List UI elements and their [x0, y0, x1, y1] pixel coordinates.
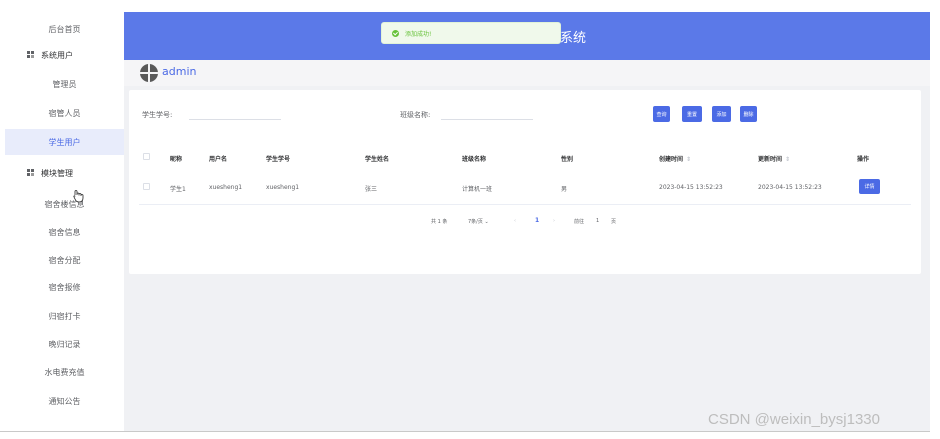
- sidebar-item-dorm-buildings[interactable]: 宿舍楼信息: [5, 191, 124, 217]
- sidebar-item-checkin[interactable]: 归宿打卡: [5, 303, 124, 329]
- sidebar-item-late-records[interactable]: 晚归记录: [5, 331, 124, 357]
- sidebar-item-label: 晚归记录: [48, 339, 81, 349]
- page-number-current[interactable]: 1: [535, 217, 539, 224]
- chevron-down-icon: ⌄: [484, 219, 489, 225]
- sidebar-item-label: 后台首页: [48, 24, 81, 34]
- page-suffix-label: 页: [611, 219, 617, 225]
- username[interactable]: admin: [162, 65, 196, 78]
- col-action: 操作: [857, 156, 870, 163]
- sidebar-group-modules[interactable]: 模块管理: [5, 160, 124, 186]
- sidebar-item-label: 管理员: [52, 79, 77, 89]
- sidebar-item-dorm-managers[interactable]: 宿管人员: [5, 100, 124, 126]
- col-created[interactable]: 创建时间 ⇕: [659, 154, 691, 163]
- sidebar-item-notices[interactable]: 通知公告: [5, 388, 124, 414]
- student-list-card: 学生学号: 班级名称: 查询 重置 添加 删除 昵称 用户名 学生学号 学生姓名…: [129, 90, 921, 274]
- app-title: 系统: [560, 31, 587, 46]
- user-bar: admin: [124, 60, 930, 86]
- sidebar-item-student-users[interactable]: 学生用户: [5, 129, 124, 155]
- col-gender: 性别: [561, 156, 574, 163]
- page-size-value: 7条/页: [468, 219, 483, 225]
- sidebar: 后台首页 系统用户 管理员 宿管人员 学生用户 模块管理 宿舍楼信息 宿舍信息 …: [5, 12, 124, 431]
- delete-button[interactable]: 删除: [740, 106, 757, 122]
- cell-gender: 男: [561, 186, 568, 193]
- menu-group-icon: [27, 169, 35, 177]
- table-row-divider: [139, 204, 911, 205]
- class-name-label: 班级名称:: [400, 111, 431, 119]
- menu-group-icon: [27, 51, 35, 59]
- mouse-pointer-icon: [73, 190, 84, 203]
- col-student-name: 学生姓名: [365, 156, 390, 163]
- col-created-label: 创建时间: [659, 156, 684, 163]
- cell-student-no: xuesheng1: [266, 184, 300, 191]
- cell-created: 2023-04-15 13:52:23: [659, 184, 723, 191]
- main-content: admin 学生学号: 班级名称: 查询 重置 添加 删除 昵称 用户名 学生学…: [124, 60, 930, 431]
- student-no-input[interactable]: [189, 106, 281, 120]
- sidebar-item-home[interactable]: 后台首页: [5, 16, 124, 42]
- student-no-label: 学生学号:: [142, 111, 173, 119]
- bottom-divider: [0, 431, 930, 432]
- col-username: 用户名: [209, 156, 228, 163]
- col-updated-label: 更新时间: [758, 156, 783, 163]
- success-toast: 添加成功!: [381, 22, 561, 44]
- sidebar-item-dorm-info[interactable]: 宿舍信息: [5, 219, 124, 245]
- sidebar-item-admin[interactable]: 管理员: [5, 71, 124, 97]
- sidebar-item-label: 归宿打卡: [48, 311, 81, 321]
- query-button[interactable]: 查询: [653, 106, 670, 122]
- sidebar-item-label: 水电费充值: [44, 367, 85, 377]
- col-class-name: 班级名称: [462, 156, 487, 163]
- class-name-input[interactable]: [441, 106, 533, 120]
- reset-button[interactable]: 重置: [682, 106, 702, 122]
- cell-student-name: 张三: [365, 186, 378, 193]
- goto-page-input[interactable]: 1: [596, 218, 599, 224]
- sidebar-item-dorm-repair[interactable]: 宿舍报修: [5, 274, 124, 300]
- sidebar-group-system-users[interactable]: 系统用户: [5, 42, 124, 68]
- page-size-select[interactable]: 7条/页 ⌄: [468, 218, 489, 225]
- sidebar-item-label: 系统用户: [41, 50, 73, 60]
- sidebar-item-dorm-assignment[interactable]: 宿舍分配: [5, 247, 124, 273]
- sidebar-item-label: 宿舍报修: [48, 282, 81, 292]
- sidebar-item-label: 宿管人员: [48, 108, 81, 118]
- next-page-button[interactable]: ›: [553, 218, 555, 224]
- add-button[interactable]: 添加: [712, 106, 731, 122]
- pagination-total: 共 1 条: [431, 219, 448, 225]
- sidebar-item-label: 通知公告: [48, 396, 81, 406]
- sidebar-item-utility-recharge[interactable]: 水电费充值: [5, 359, 124, 385]
- cell-class-name: 计算机一班: [462, 186, 493, 193]
- sidebar-item-label: 学生用户: [48, 137, 81, 147]
- cell-nickname: 学生1: [170, 186, 186, 193]
- sidebar-item-label: 宿舍信息: [48, 227, 81, 237]
- goto-label: 前往: [574, 219, 585, 225]
- sidebar-item-label: 模块管理: [41, 168, 73, 178]
- col-nickname: 昵称: [170, 156, 183, 163]
- success-check-icon: [392, 29, 399, 37]
- cell-username: xuesheng1: [209, 184, 243, 191]
- col-student-no: 学生学号: [266, 156, 291, 163]
- toast-message: 添加成功!: [405, 30, 432, 38]
- row-checkbox[interactable]: [143, 183, 150, 190]
- header-bar: 添加成功! 系统: [124, 12, 930, 60]
- sidebar-item-label: 宿舍分配: [48, 255, 81, 265]
- col-updated[interactable]: 更新时间 ⇕: [758, 154, 790, 163]
- sort-icon[interactable]: ⇕: [785, 156, 790, 163]
- select-all-checkbox[interactable]: [143, 153, 150, 160]
- avatar-icon[interactable]: [140, 64, 158, 82]
- prev-page-button[interactable]: ‹: [514, 218, 516, 224]
- top-strip: [0, 0, 940, 12]
- detail-button[interactable]: 详情: [859, 179, 880, 194]
- cell-updated: 2023-04-15 13:52:23: [758, 184, 822, 191]
- watermark-text: CSDN @weixin_bysj1330: [708, 411, 880, 428]
- sort-icon[interactable]: ⇕: [686, 156, 691, 163]
